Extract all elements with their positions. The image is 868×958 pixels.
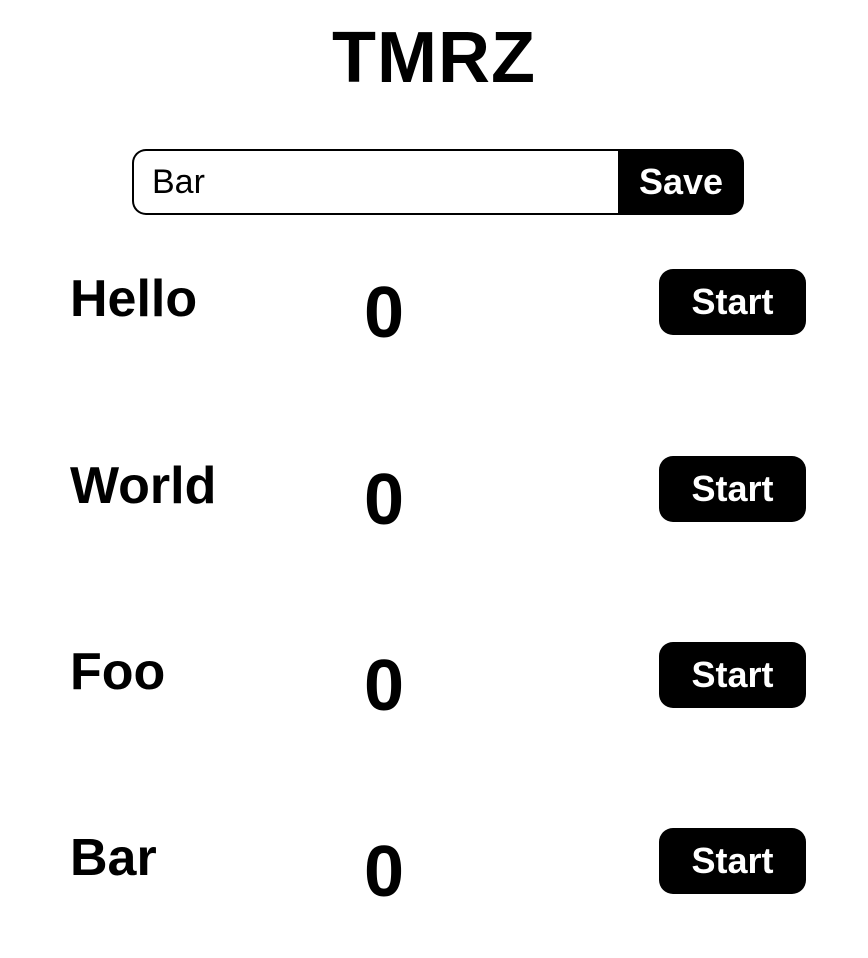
timer-name-input[interactable]	[132, 149, 618, 215]
timer-name: Foo	[70, 643, 166, 701]
start-button[interactable]: Start	[659, 828, 806, 894]
timer-count: 0	[364, 460, 405, 540]
start-button[interactable]: Start	[659, 456, 806, 522]
timer-name: Hello	[70, 270, 198, 328]
timer-row: World 0 Start	[0, 456, 868, 546]
timer-name: World	[70, 457, 217, 515]
save-button[interactable]: Save	[618, 149, 744, 215]
timer-count: 0	[364, 273, 405, 353]
timer-count: 0	[364, 646, 405, 726]
timer-name: Bar	[70, 829, 157, 887]
timer-form: Save	[132, 149, 744, 215]
start-button[interactable]: Start	[659, 642, 806, 708]
app-title: TMRZ	[332, 18, 536, 98]
timer-row: Foo 0 Start	[0, 642, 868, 732]
timer-count: 0	[364, 832, 405, 912]
timer-row: Bar 0 Start	[0, 828, 868, 918]
timer-row: Hello 0 Start	[0, 269, 868, 359]
start-button[interactable]: Start	[659, 269, 806, 335]
